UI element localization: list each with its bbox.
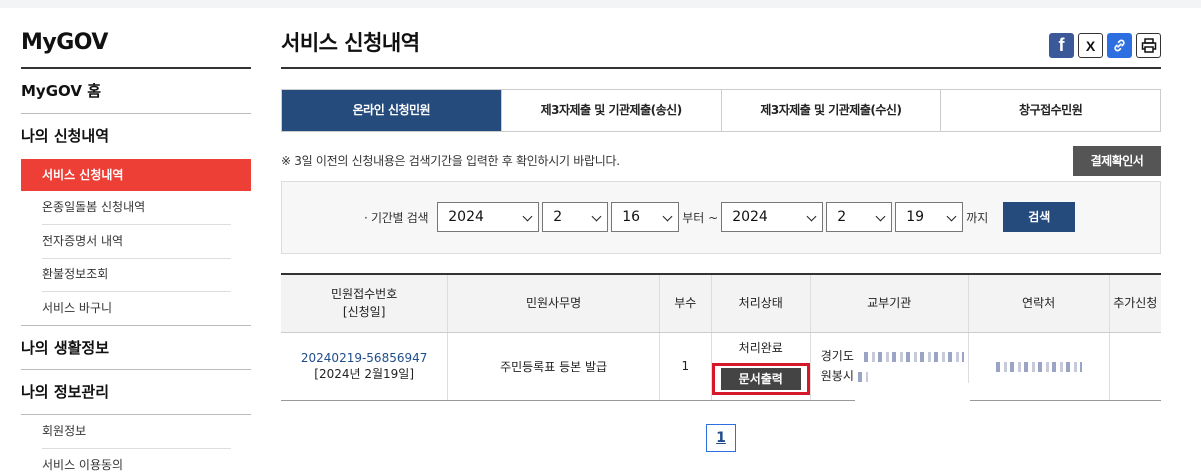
from-suffix: 부터 ~ (682, 210, 719, 225)
from-day-select[interactable]: 16 (611, 202, 680, 232)
page-title: 서비스 신청내역 (281, 31, 420, 55)
sidebar-logo[interactable]: MyGOV (21, 8, 251, 69)
period-notice: ※ 3일 이전의 신청내용은 검색기간을 입력한 후 확인하시기 바랍니다. (281, 154, 620, 168)
sidebar-item-service-basket[interactable]: 서비스 바구니 (21, 292, 251, 326)
pagination: 1 (281, 423, 1161, 452)
agency-city: 원봉시 (820, 369, 854, 383)
sidebar-item-refund-info[interactable]: 환불정보조회 (21, 258, 251, 292)
period-search-controls: · 기간별 검색 2024 2 16 부터 ~ 2024 2 19 까지 검색 (364, 202, 1076, 232)
header-status: 처리상태 (710, 274, 811, 333)
to-month-select[interactable]: 2 (826, 202, 893, 232)
table-row: 20240219-56856947 [2024년 2월19일] 주민등록표 등본… (281, 332, 1161, 401)
to-suffix: 까지 (966, 210, 989, 225)
main-content: 서비스 신청내역 f X 온라인 신청민원 제3자제출 및 기관제출(송신) 제… (281, 8, 1161, 452)
cell-copies: 1 (658, 332, 712, 401)
sidebar-section-account[interactable]: 나의 정보관리 (21, 370, 251, 415)
cell-contact (967, 332, 1110, 401)
redacted-agency (863, 351, 964, 362)
agency-province: 경기도 (820, 349, 854, 363)
top-band (0, 0, 1201, 8)
to-year-select[interactable]: 2024 (721, 202, 824, 232)
period-search-label: · 기간별 검색 (364, 210, 429, 225)
redaction-overlay (873, 333, 953, 351)
results-table: 민원접수번호 [신청일] 민원사무명 부수 처리상태 교부기관 연락처 추가신청 … (281, 273, 1161, 401)
sidebar-item-service-consent[interactable]: 서비스 이용동의 (21, 449, 251, 473)
facebook-icon[interactable]: f (1049, 33, 1074, 58)
document-print-button[interactable]: 문서출력 (720, 367, 801, 390)
header-copies: 부수 (658, 274, 712, 333)
sidebar-section-applications[interactable]: 나의 신청내역 (21, 114, 251, 159)
app-date: [2024년 2월19일] (314, 366, 415, 381)
sidebar-item-member-info[interactable]: 회원정보 (21, 415, 251, 449)
app-number-link[interactable]: 20240219-56856947 (281, 351, 447, 365)
page-header: 서비스 신청내역 f X (281, 8, 1161, 69)
print-icon-glyph (1141, 38, 1156, 53)
from-month-select[interactable]: 2 (542, 202, 609, 232)
sidebar-section-life-info[interactable]: 나의 생활정보 (21, 325, 251, 370)
from-year-select[interactable]: 2024 (437, 202, 540, 232)
cell-status: 처리완료 문서출력 (710, 332, 811, 401)
redacted-agency-2 (857, 371, 868, 382)
header-issuing-agency: 교부기관 (809, 274, 969, 333)
redaction-overlay (855, 383, 970, 405)
status-text: 처리완료 (738, 340, 783, 355)
sidebar-item-service-history[interactable]: 서비스 신청내역 (21, 159, 251, 191)
tab-third-party-received[interactable]: 제3자제출 및 기관제출(수신) (720, 90, 941, 131)
tab-online-applications[interactable]: 온라인 신청민원 (282, 90, 501, 131)
share-toolbar: f X (1049, 33, 1161, 58)
cell-app-number: 20240219-56856947 [2024년 2월19일] (281, 332, 448, 401)
header-app-number: 민원접수번호 [신청일] (281, 274, 448, 333)
x-twitter-icon[interactable]: X (1078, 33, 1103, 58)
redacted-contact (995, 361, 1082, 372)
search-button[interactable]: 검색 (1003, 202, 1076, 232)
header-contact: 연락처 (967, 274, 1110, 333)
table-header-row: 민원접수번호 [신청일] 민원사무명 부수 처리상태 교부기관 연락처 추가신청 (281, 274, 1161, 333)
period-search-box: · 기간별 검색 2024 2 16 부터 ~ 2024 2 19 까지 검색 (281, 181, 1161, 254)
sidebar-item-home[interactable]: MyGOV 홈 (21, 69, 251, 114)
sidebar-item-e-certificates[interactable]: 전자증명서 내역 (21, 225, 251, 259)
to-day-select[interactable]: 19 (895, 202, 964, 232)
notice-row: ※ 3일 이전의 신청내용은 검색기간을 입력한 후 확인하시기 바랍니다. 결… (281, 132, 1161, 180)
header-service-name: 민원사무명 (447, 274, 660, 333)
cell-additional-request (1108, 332, 1161, 401)
print-icon[interactable] (1136, 33, 1161, 58)
sidebar: MyGOV MyGOV 홈 나의 신청내역 서비스 신청내역 온종일돌봄 신청내… (21, 8, 251, 473)
tab-third-party-sent[interactable]: 제3자제출 및 기관제출(송신) (500, 90, 721, 131)
page-1-button[interactable]: 1 (706, 423, 736, 452)
link-icon[interactable] (1107, 33, 1132, 58)
cell-service-name: 주민등록표 등본 발급 (447, 332, 660, 401)
print-button-highlight: 문서출력 (711, 362, 810, 395)
payment-confirmation-button[interactable]: 결제확인서 (1073, 146, 1161, 176)
tab-bar: 온라인 신청민원 제3자제출 및 기관제출(송신) 제3자제출 및 기관제출(수… (281, 89, 1161, 132)
tab-counter-applications[interactable]: 창구접수민원 (940, 90, 1160, 131)
header-additional-request: 추가신청 (1108, 274, 1161, 333)
sidebar-item-care-history[interactable]: 온종일돌봄 신청내역 (21, 191, 251, 225)
link-icon-glyph (1114, 39, 1125, 52)
